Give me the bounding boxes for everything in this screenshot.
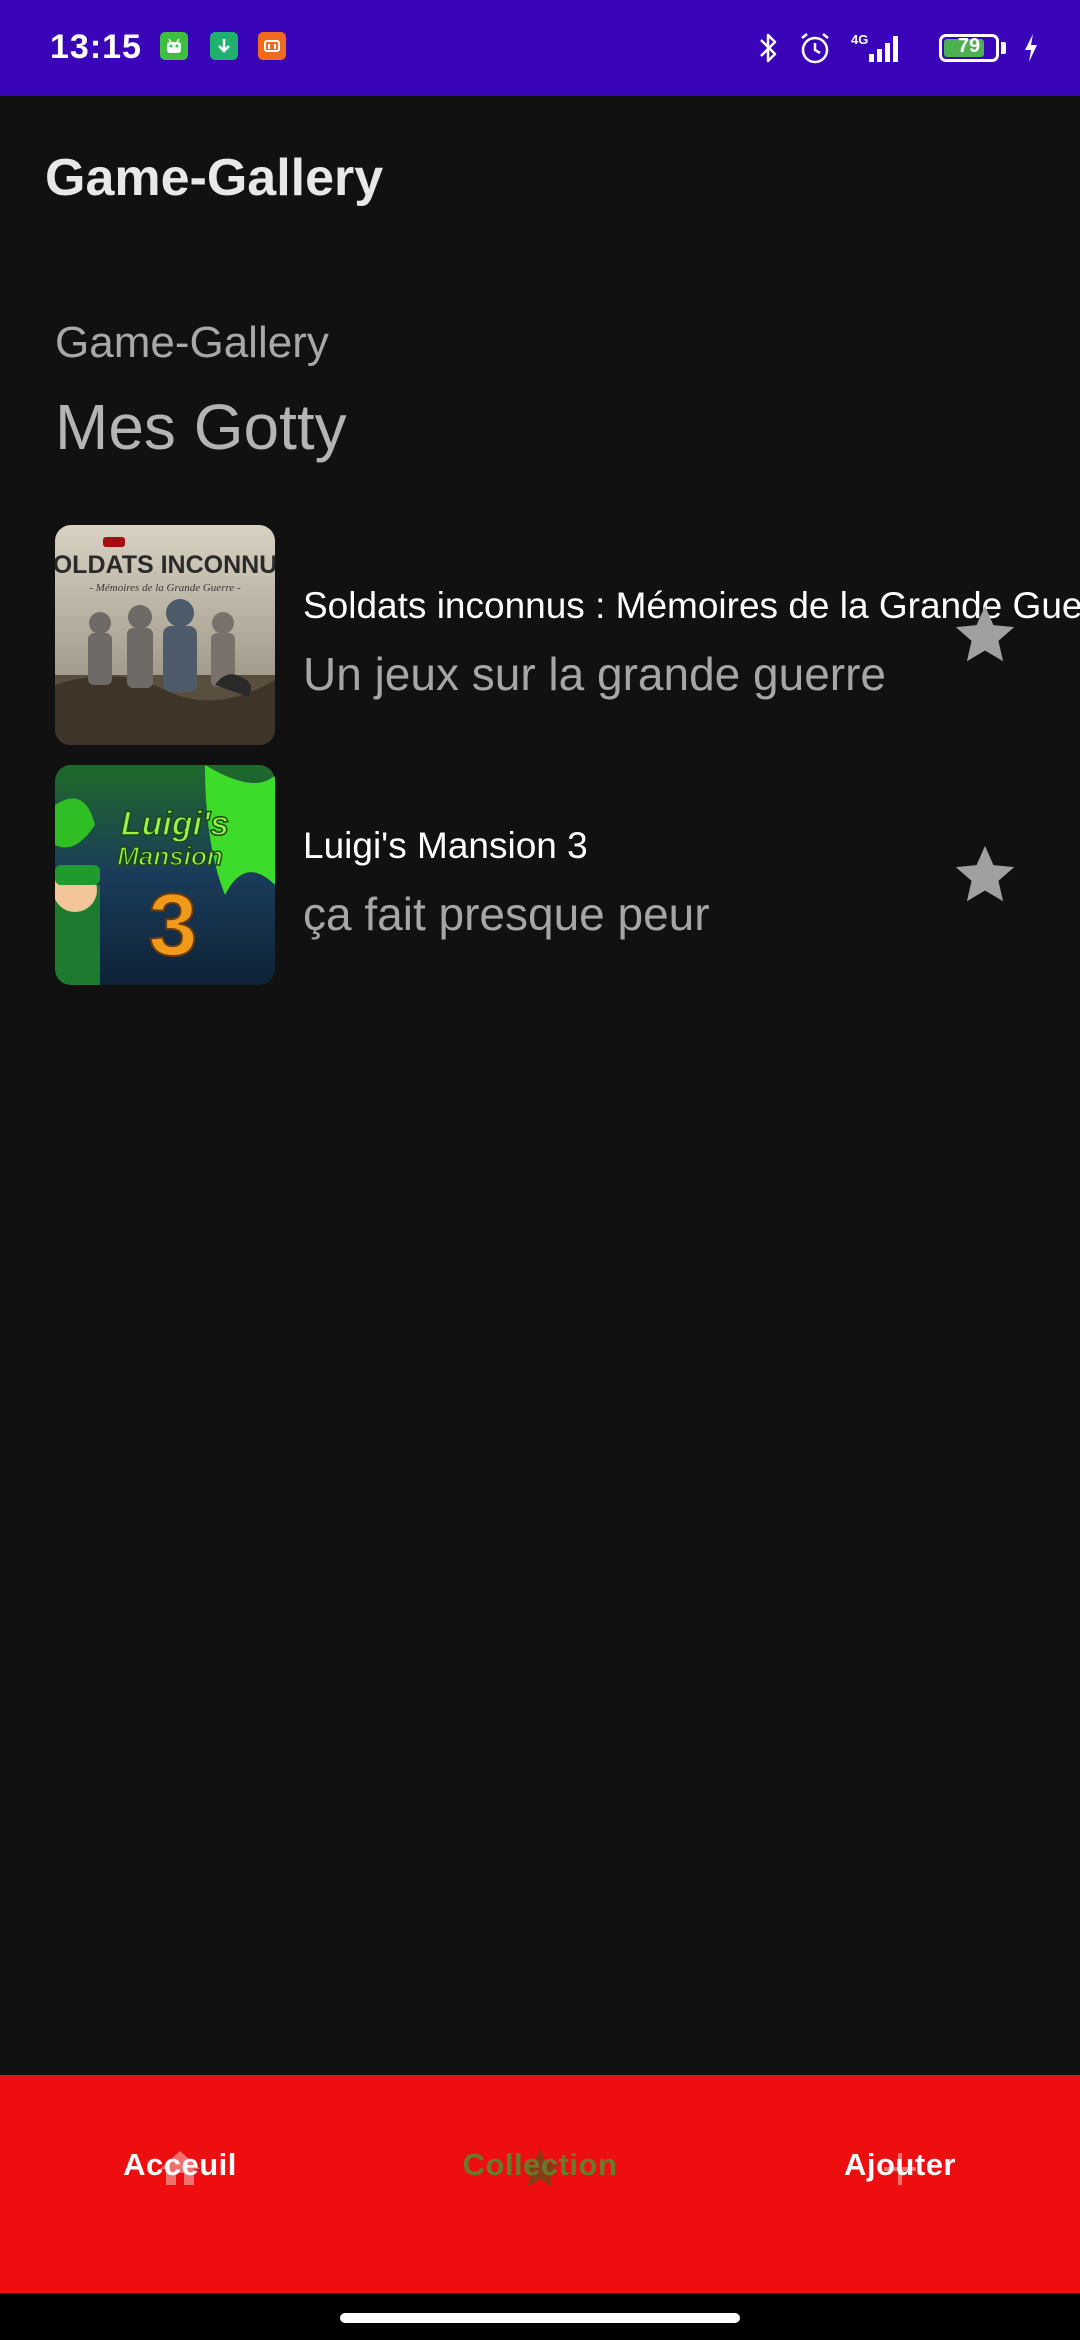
bluetooth-icon — [757, 30, 781, 66]
charging-icon — [1022, 32, 1040, 64]
download-notification-icon — [210, 32, 238, 60]
battery: 79 — [939, 34, 999, 62]
game-list-item[interactable]: SOLDATS INCONNUS - Mémoires de la Grande… — [0, 525, 1080, 745]
nav-item-collection[interactable]: Collection — [360, 2075, 720, 2293]
game-list-item[interactable]: Luigi's Mansion 3 Luigi's Mansion 3 ça f… — [0, 765, 1080, 985]
nav-item-add[interactable]: Ajouter — [720, 2075, 1080, 2293]
nav-label-home: Acceuil — [123, 2147, 237, 2182]
status-bar: 13:15 4G 79 — [0, 0, 1080, 96]
app-title: Game-Gallery — [45, 149, 384, 207]
game-cover-image: SOLDATS INCONNUS - Mémoires de la Grande… — [55, 525, 275, 745]
svg-text:3: 3 — [149, 875, 198, 974]
nav-label-collection: Collection — [462, 2147, 618, 2182]
nav-item-home[interactable]: Acceuil — [0, 2075, 360, 2293]
network-type: 4G — [851, 32, 868, 47]
game-title: Luigi's Mansion 3 — [303, 825, 588, 866]
gesture-handle[interactable] — [340, 2313, 740, 2323]
gesture-area — [0, 2293, 1080, 2340]
page-title: Mes Gotty — [55, 391, 347, 463]
game-description: Un jeux sur la grande guerre — [303, 648, 886, 700]
game-cover-image: Luigi's Mansion 3 — [55, 765, 275, 985]
android-notification-icon — [160, 32, 188, 60]
svg-text:Luigi's: Luigi's — [121, 805, 229, 843]
cover-title: SOLDATS INCONNUS — [55, 551, 275, 579]
app-bar: Game-Gallery — [0, 96, 1080, 256]
favorite-star-icon[interactable] — [950, 600, 1020, 670]
system-icons: 4G 79 — [741, 26, 1040, 70]
mi-notification-icon — [258, 32, 286, 60]
page-subtitle: Game-Gallery — [55, 318, 329, 367]
battery-icon: 79 — [921, 34, 1006, 62]
battery-level: 79 — [957, 35, 981, 57]
game-description: ça fait presque peur — [303, 888, 710, 940]
signal-icon: 4G — [849, 30, 905, 66]
favorite-star-icon[interactable] — [950, 840, 1020, 910]
cover-subtitle: - Mémoires de la Grande Guerre - — [89, 582, 241, 594]
game-list: SOLDATS INCONNUS - Mémoires de la Grande… — [0, 525, 1080, 1005]
svg-text:Mansion: Mansion — [117, 841, 222, 871]
alarm-icon — [797, 30, 833, 66]
nav-label-add: Ajouter — [844, 2147, 956, 2182]
status-time: 13:15 — [50, 28, 142, 66]
svg-text:SOLDATS INCONNUS: SOLDATS INCONNUS — [55, 551, 275, 579]
bottom-navigation: Acceuil Collection Ajouter — [0, 2075, 1080, 2293]
